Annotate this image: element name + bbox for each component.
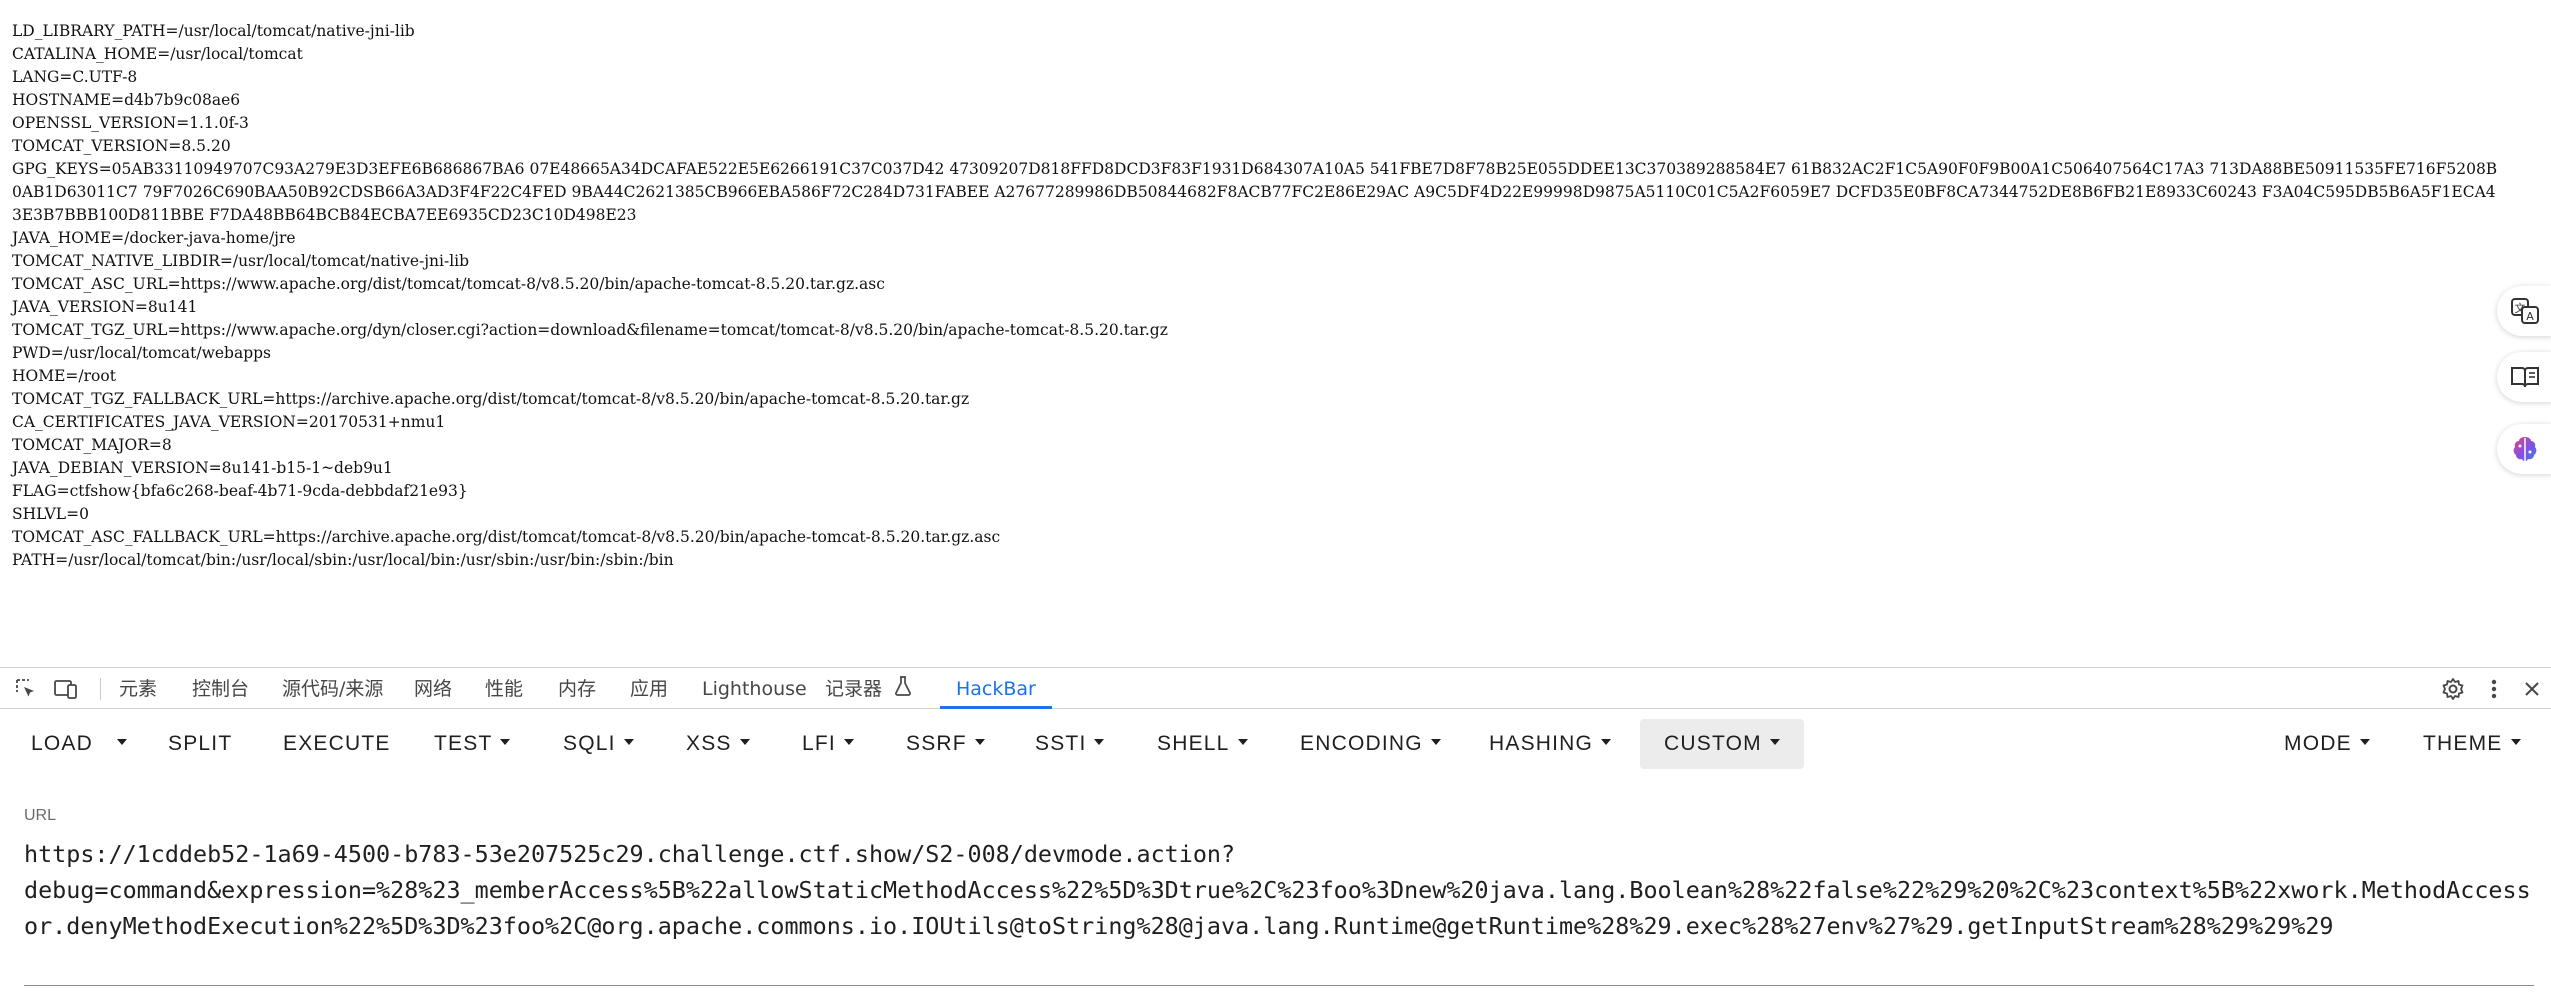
more-options-icon[interactable] xyxy=(2480,675,2508,703)
load-dropdown-button[interactable] xyxy=(117,719,127,769)
sqli-menu-button[interactable]: SQLI xyxy=(563,719,634,769)
tab-performance[interactable]: 性能 xyxy=(485,668,523,709)
xss-menu-label: XSS xyxy=(686,732,732,755)
ssti-menu-label: SSTI xyxy=(1035,732,1087,755)
svg-text:A: A xyxy=(2526,310,2534,323)
env-output: LD_LIBRARY_PATH=/usr/local/tomcat/native… xyxy=(12,20,2502,572)
hashing-menu-button[interactable]: HASHING xyxy=(1489,719,1612,769)
env-line: PATH=/usr/local/tomcat/bin:/usr/local/sb… xyxy=(12,551,674,569)
test-menu-button[interactable]: TEST xyxy=(434,719,511,769)
xss-menu-button[interactable]: XSS xyxy=(686,719,750,769)
tab-application[interactable]: 应用 xyxy=(630,668,668,709)
caret-down-icon xyxy=(1094,739,1105,746)
env-line: TOMCAT_TGZ_FALLBACK_URL=https://archive.… xyxy=(12,390,970,408)
env-line: JAVA_HOME=/docker-java-home/jre xyxy=(12,229,296,247)
theme-menu-label: THEME xyxy=(2423,732,2503,755)
split-button[interactable]: SPLIT xyxy=(168,719,232,769)
encoding-menu-button[interactable]: ENCODING xyxy=(1300,719,1441,769)
caret-down-icon xyxy=(1430,739,1441,746)
env-line: SHLVL=0 xyxy=(12,505,89,523)
caret-down-icon xyxy=(1769,739,1780,746)
env-line: TOMCAT_ASC_URL=https://www.apache.org/di… xyxy=(12,275,885,293)
url-label: URL xyxy=(24,807,57,824)
url-input-underline xyxy=(24,985,2534,986)
shell-menu-label: SHELL xyxy=(1157,732,1230,755)
mode-menu-button[interactable]: MODE xyxy=(2284,719,2370,769)
env-line: CA_CERTIFICATES_JAVA_VERSION=20170531+nm… xyxy=(12,413,446,431)
hashing-menu-label: HASHING xyxy=(1489,732,1594,755)
env-line: TOMCAT_VERSION=8.5.20 xyxy=(12,137,231,155)
caret-down-icon xyxy=(2359,739,2370,746)
env-line: GPG_KEYS=05AB33110949707C93A279E3D3EFE6B… xyxy=(12,160,2498,224)
env-line: JAVA_DEBIAN_VERSION=8u141-b15-1~deb9u1 xyxy=(12,459,393,477)
tab-console[interactable]: 控制台 xyxy=(192,668,249,709)
env-line: HOME=/root xyxy=(12,367,116,385)
theme-menu-button[interactable]: THEME xyxy=(2423,719,2521,769)
caret-down-icon xyxy=(1237,739,1248,746)
custom-menu-label: CUSTOM xyxy=(1664,732,1762,755)
env-line: OPENSSL_VERSION=1.1.0f-3 xyxy=(12,114,249,132)
translate-icon: 文 A xyxy=(2511,298,2539,324)
tab-memory[interactable]: 内存 xyxy=(558,668,596,709)
device-toolbar-icon[interactable] xyxy=(52,675,80,703)
env-line: PWD=/usr/local/tomcat/webapps xyxy=(12,344,271,362)
env-line: LANG=C.UTF-8 xyxy=(12,68,138,86)
reader-icon xyxy=(2511,367,2539,388)
sqli-menu-label: SQLI xyxy=(563,732,616,755)
mode-menu-label: MODE xyxy=(2284,732,2352,755)
tab-recorder-label: 记录器 xyxy=(825,678,883,700)
load-button[interactable]: LOAD xyxy=(31,719,93,769)
tab-sources[interactable]: 源代码/来源 xyxy=(282,668,383,709)
inspect-element-icon[interactable] xyxy=(12,675,40,703)
hackbar-toolbar: LOAD SPLIT EXECUTE TEST SQLI XSS LFI SSR… xyxy=(0,709,2551,773)
caret-down-icon xyxy=(623,739,634,746)
translate-button[interactable]: 文 A xyxy=(2497,286,2551,336)
env-line: TOMCAT_MAJOR=8 xyxy=(12,436,172,454)
flask-icon xyxy=(894,669,912,711)
close-devtools-icon[interactable] xyxy=(2518,675,2546,703)
ssrf-menu-button[interactable]: SSRF xyxy=(906,719,985,769)
env-line: LD_LIBRARY_PATH=/usr/local/tomcat/native… xyxy=(12,22,415,40)
caret-down-icon xyxy=(974,739,985,746)
env-line: CATALINA_HOME=/usr/local/tomcat xyxy=(12,45,303,63)
env-line: TOMCAT_NATIVE_LIBDIR=/usr/local/tomcat/n… xyxy=(12,252,470,270)
tab-recorder[interactable]: 记录器 xyxy=(825,668,912,709)
lfi-menu-label: LFI xyxy=(802,732,836,755)
env-line: TOMCAT_TGZ_URL=https://www.apache.org/dy… xyxy=(12,321,1168,339)
reader-button[interactable] xyxy=(2497,352,2551,402)
tab-lighthouse[interactable]: Lighthouse xyxy=(702,668,807,709)
settings-gear-icon[interactable] xyxy=(2439,675,2467,703)
lfi-menu-button[interactable]: LFI xyxy=(802,719,854,769)
env-line: JAVA_VERSION=8u141 xyxy=(12,298,198,316)
ai-assistant-button[interactable] xyxy=(2497,424,2551,474)
ssti-menu-button[interactable]: SSTI xyxy=(1035,719,1105,769)
env-line: HOSTNAME=d4b7b9c08ae6 xyxy=(12,91,241,109)
tab-separator xyxy=(100,678,101,700)
caret-down-icon xyxy=(843,739,854,746)
url-input[interactable]: https://1cddeb52-1a69-4500-b783-53e20752… xyxy=(24,836,2534,946)
caret-down-icon xyxy=(117,739,127,746)
caret-down-icon xyxy=(500,739,511,746)
ai-assistant-icon xyxy=(2513,437,2537,461)
shell-menu-button[interactable]: SHELL xyxy=(1157,719,1248,769)
caret-down-icon xyxy=(1601,739,1612,746)
test-menu-label: TEST xyxy=(434,732,493,755)
env-line: FLAG=ctfshow{bfa6c268-beaf-4b71-9cda-deb… xyxy=(12,482,468,500)
caret-down-icon xyxy=(739,739,750,746)
tab-elements[interactable]: 元素 xyxy=(119,668,157,709)
env-line: TOMCAT_ASC_FALLBACK_URL=https://archive.… xyxy=(12,528,1001,546)
execute-button[interactable]: EXECUTE xyxy=(283,719,391,769)
tab-network[interactable]: 网络 xyxy=(414,668,452,709)
caret-down-icon xyxy=(2510,739,2521,746)
encoding-menu-label: ENCODING xyxy=(1300,732,1423,755)
custom-menu-button[interactable]: CUSTOM xyxy=(1640,719,1804,769)
tab-hackbar[interactable]: HackBar xyxy=(940,668,1052,709)
ssrf-menu-label: SSRF xyxy=(906,732,967,755)
devtools-panel: 元素 控制台 源代码/来源 网络 性能 内存 应用 Lighthouse 记录器… xyxy=(0,667,2551,997)
devtools-tabbar: 元素 控制台 源代码/来源 网络 性能 内存 应用 Lighthouse 记录器… xyxy=(0,667,2551,709)
